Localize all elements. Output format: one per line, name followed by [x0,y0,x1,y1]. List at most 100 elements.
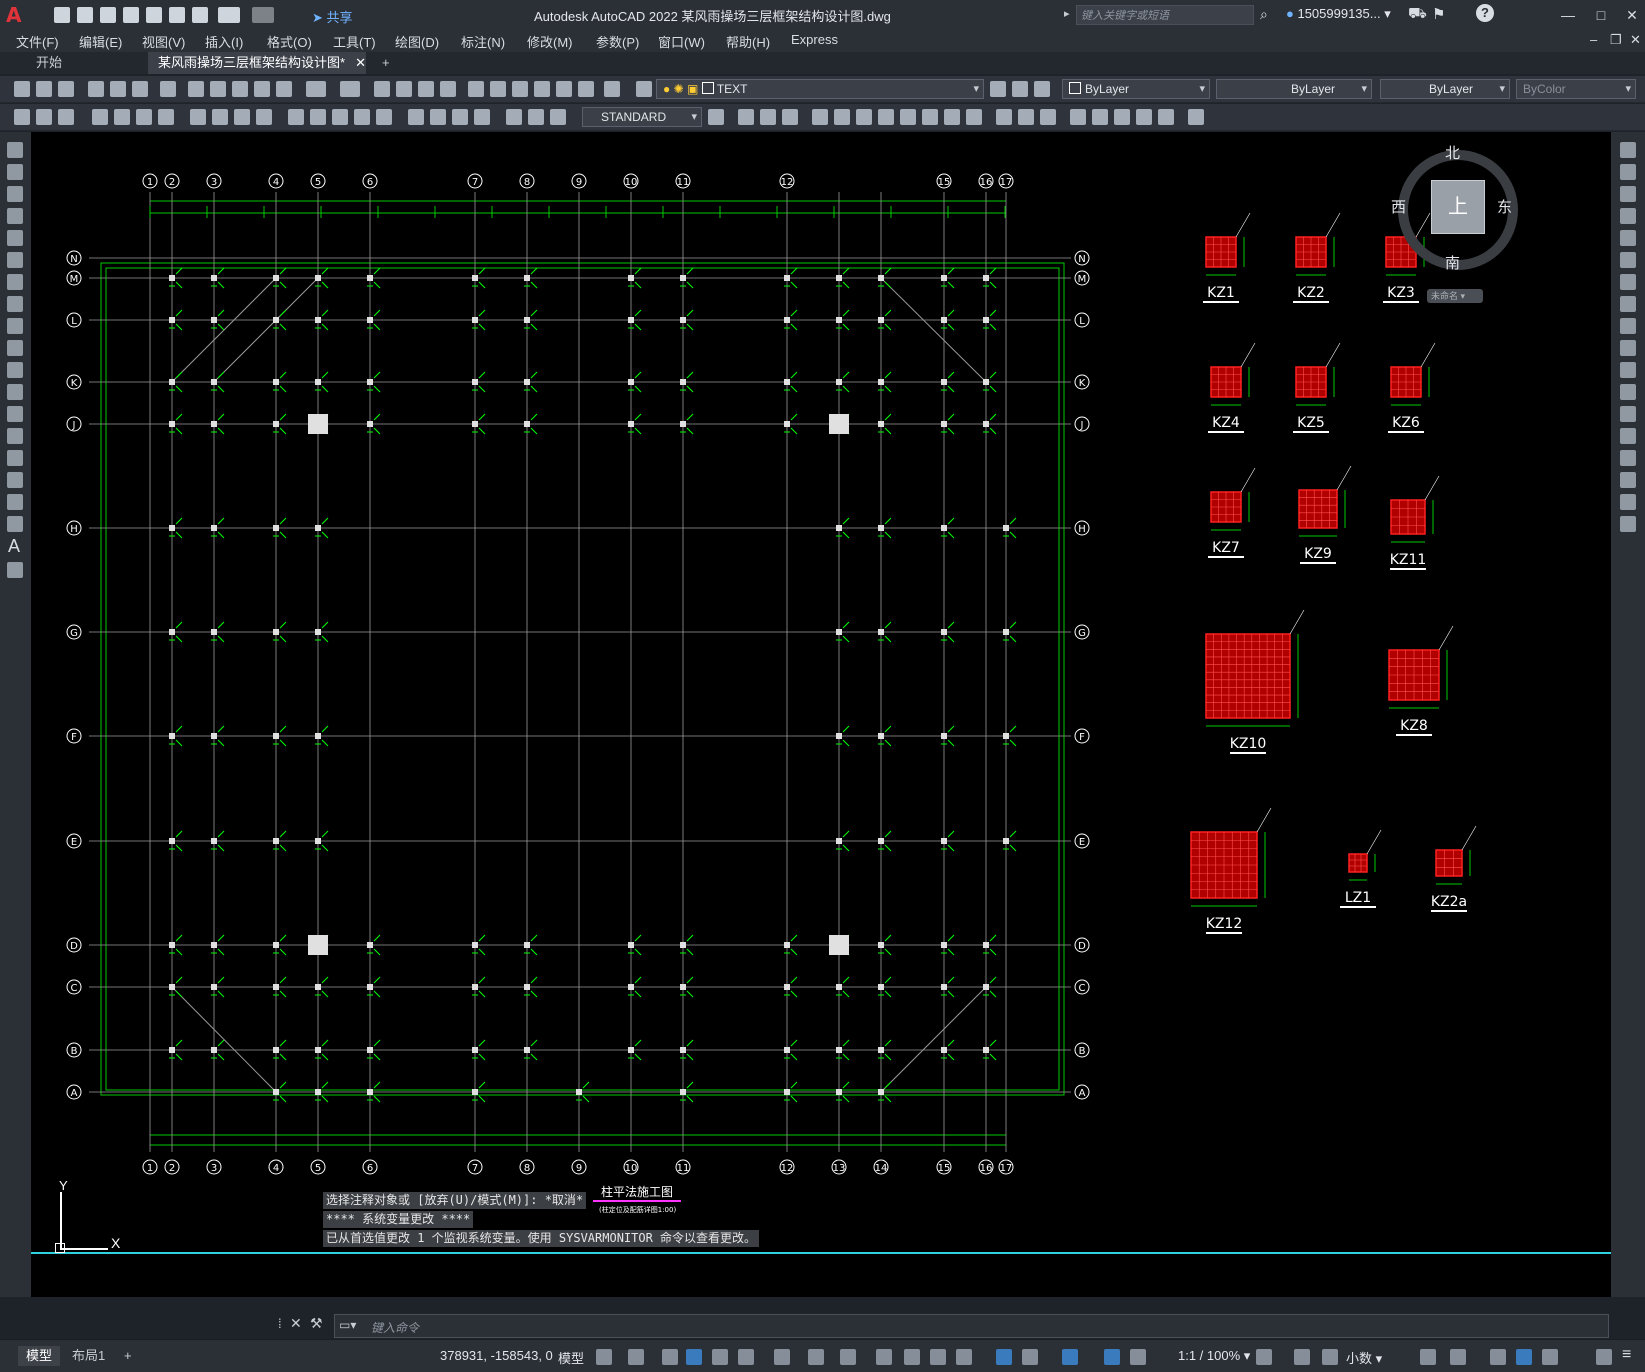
app-store-icon[interactable]: ⚑ [1432,5,1445,23]
doc-close-button[interactable]: ✕ [1630,32,1641,48]
explode-icon[interactable] [1620,516,1636,532]
menu-help[interactable]: 帮助(H) [726,32,770,51]
join-icon[interactable] [1620,428,1636,444]
wcs-menu[interactable]: 未命名 ▾ [1427,289,1483,303]
auto-scale-icon[interactable] [1130,1349,1146,1365]
modify-t-icon[interactable] [1188,109,1204,125]
gradient-icon[interactable] [7,472,23,488]
make-block-icon[interactable] [7,406,23,422]
add-selected-icon[interactable] [7,562,23,578]
doc-restore-button[interactable]: ❐ [1610,32,1622,48]
rectangle-icon[interactable] [7,230,23,246]
redo-icon[interactable] [252,7,274,23]
break-icon[interactable] [1620,406,1636,422]
tab-start[interactable]: 开始 [26,52,146,74]
publish-icon[interactable] [132,81,148,97]
recent-commands-icon[interactable]: ▭▾ [339,1318,356,1332]
continue-dimension-icon[interactable] [332,109,348,125]
linear-dimension-icon[interactable] [92,109,108,125]
lock-ui-icon[interactable] [1450,1349,1466,1365]
modify-c-icon[interactable] [782,109,798,125]
object-snap-tracking-icon[interactable] [808,1349,824,1365]
drawing-canvas[interactable]: 1 2 3 4 5 6 7 8 9 10 11 12 15 16 17 1 2 3 4 5 6 7 8 9 10 11 12 13 14… [31,132,1611,1297]
redo-icon[interactable] [340,81,360,97]
scale-icon[interactable] [1620,296,1636,312]
share-button[interactable]: ➤ 共享 [312,7,353,26]
menu-modify[interactable]: 修改(M) [527,32,573,51]
doc-minimize-button[interactable]: – [1590,32,1597,47]
dimension-edit-icon[interactable] [506,109,522,125]
modify-l-icon[interactable] [996,109,1012,125]
menu-tools[interactable]: 工具(T) [333,32,376,51]
close-button[interactable]: ✕ [1620,4,1644,26]
save-as-icon[interactable] [123,7,139,23]
undo-icon[interactable] [218,7,240,23]
modify-h-icon[interactable] [900,109,916,125]
markup-icon[interactable] [556,81,572,97]
tool-a-icon[interactable] [14,109,30,125]
menu-insert[interactable]: 插入(I) [205,32,243,51]
tool-palettes-icon[interactable] [512,81,528,97]
undo-icon[interactable] [306,81,326,97]
modify-b-icon[interactable] [760,109,776,125]
mirror-icon[interactable] [1620,186,1636,202]
open-web-icon[interactable] [146,7,162,23]
modify-e-icon[interactable] [834,109,850,125]
paste-icon[interactable] [232,81,248,97]
layer-dropdown[interactable]: ● ✺ ▣ TEXT [656,79,984,99]
snap-icon[interactable] [628,1349,644,1365]
3d-osnap-icon[interactable] [956,1349,972,1365]
save-icon[interactable] [58,81,74,97]
dynamic-input-icon[interactable] [686,1349,702,1365]
modify-f-icon[interactable] [856,109,872,125]
tab-model[interactable]: 模型 [18,1346,61,1366]
annotation-scale[interactable]: 1:1 / 100% ▾ [1178,1348,1250,1364]
make-current-icon[interactable] [990,81,1006,97]
menu-window[interactable]: 窗口(W) [658,32,705,51]
properties-icon[interactable] [468,81,484,97]
units-readout[interactable]: 小数 ▾ [1346,1348,1382,1367]
revision-cloud-icon[interactable] [7,296,23,312]
ortho-icon[interactable] [712,1349,728,1365]
menu-file[interactable]: 文件(F) [16,32,59,51]
break-at-point-icon[interactable] [1620,384,1636,400]
units-icon[interactable] [1322,1349,1338,1365]
polygon-icon[interactable] [7,208,23,224]
workspace-icon[interactable] [1256,1349,1272,1365]
fullscreen-icon[interactable] [1596,1349,1612,1365]
modify-i-icon[interactable] [922,109,938,125]
chamfer-icon[interactable] [1620,450,1636,466]
infer-constraints-icon[interactable] [662,1349,678,1365]
text-style-dropdown[interactable]: STANDARD [582,107,702,127]
modify-a-icon[interactable] [738,109,754,125]
minimize-button[interactable]: — [1556,4,1580,26]
plotstyle-dropdown[interactable]: ByColor [1516,79,1636,99]
center-mark-icon[interactable] [430,109,446,125]
lineweight-icon[interactable] [876,1349,892,1365]
blend-curves-icon[interactable] [1620,494,1636,510]
trim-icon[interactable] [1620,340,1636,356]
modify-p-icon[interactable] [1092,109,1108,125]
arc-icon[interactable] [7,252,23,268]
cut-icon[interactable] [188,81,204,97]
qnew-icon[interactable] [14,81,30,97]
chevron-right-icon[interactable]: ▸ [1064,7,1070,20]
tolerance-icon[interactable] [408,109,424,125]
aligned-dimension-icon[interactable] [114,109,130,125]
3d-print-icon[interactable] [160,81,176,97]
compass-south[interactable]: 南 [1445,252,1460,273]
angular-dimension-icon[interactable] [256,109,272,125]
layer-previous-icon[interactable] [1012,81,1028,97]
plot-icon[interactable] [88,81,104,97]
maximize-button[interactable]: □ [1589,4,1613,26]
preview-icon[interactable] [110,81,126,97]
menu-parametric[interactable]: 参数(P) [596,32,639,51]
menu-express[interactable]: Express [791,32,838,47]
grid-icon[interactable] [596,1349,612,1365]
modify-d-icon[interactable] [812,109,828,125]
modify-r-icon[interactable] [1136,109,1152,125]
command-input[interactable]: ▭▾ 键入命令 [334,1314,1609,1338]
stretch-icon[interactable] [1620,318,1636,334]
fillet-icon[interactable] [1620,472,1636,488]
polar-tracking-icon[interactable] [738,1349,754,1365]
